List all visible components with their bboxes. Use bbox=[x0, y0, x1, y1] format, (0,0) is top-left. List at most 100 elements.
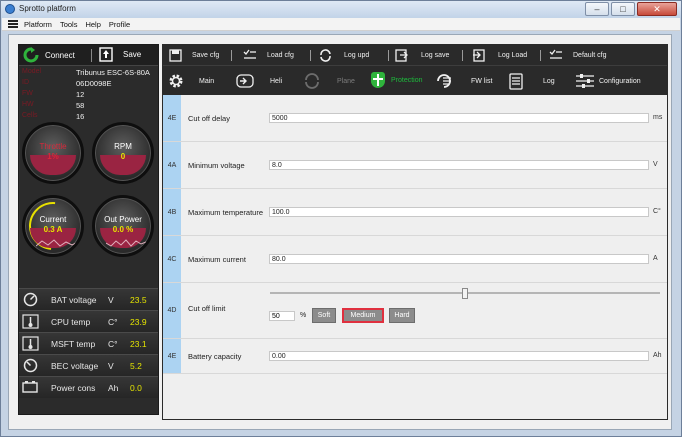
maximum-current-input[interactable] bbox=[269, 254, 649, 264]
telemetry-panel: Connect Save Model Tribunus ESC-6S-80A I… bbox=[18, 44, 159, 415]
heli-icon bbox=[236, 74, 254, 88]
param-cut-off-limit: 4D Cut off limit % Soft Medium Hard bbox=[163, 283, 667, 339]
tab-label: Log bbox=[543, 77, 555, 85]
tab-label: Main bbox=[199, 77, 215, 85]
info-value: 12 bbox=[76, 90, 85, 99]
main-content: Connect Save Model Tribunus ESC-6S-80A I… bbox=[8, 34, 672, 430]
tab-plane[interactable]: Plane bbox=[303, 72, 355, 90]
param-name: Maximum current bbox=[188, 255, 246, 264]
tab-fw-list[interactable]: FW list bbox=[435, 72, 492, 90]
param-unit: C° bbox=[653, 208, 661, 215]
info-value: 06D0098E bbox=[76, 79, 112, 88]
esc-info: Model Tribunus ESC-6S-80A ID 06D0098E FW… bbox=[19, 67, 158, 121]
log-load-button[interactable]: Log Load bbox=[472, 49, 527, 62]
rpm-gauge: RPM 0 bbox=[92, 122, 154, 184]
cut-off-limit-slider[interactable] bbox=[270, 288, 660, 299]
param-code: 4B bbox=[163, 189, 181, 235]
minimize-button[interactable]: – bbox=[585, 2, 609, 16]
file-toolbar: Save cfg Load cfg Log upd Log save Log L… bbox=[163, 45, 667, 65]
shield-icon bbox=[371, 72, 385, 88]
info-label: ID bbox=[22, 79, 29, 86]
tab-heli[interactable]: Heli bbox=[235, 72, 282, 90]
log-icon bbox=[509, 73, 523, 90]
close-button[interactable]: ✕ bbox=[637, 2, 677, 16]
gauge-waveform bbox=[36, 239, 76, 247]
hamburger-menu-icon[interactable] bbox=[8, 20, 18, 28]
cut-off-delay-input[interactable] bbox=[269, 113, 649, 123]
mode-soft-button[interactable]: Soft bbox=[312, 308, 336, 323]
gauge-waveform bbox=[106, 239, 146, 247]
toolbar-label: Save cfg bbox=[192, 52, 220, 59]
param-minimum-voltage: 4A Minimum voltage V bbox=[163, 142, 667, 189]
save-cfg-button[interactable]: Save cfg bbox=[169, 49, 219, 62]
menu-help[interactable]: Help bbox=[85, 20, 100, 29]
param-name: Minimum voltage bbox=[188, 161, 245, 170]
toolbar-label: Log save bbox=[421, 52, 450, 59]
load-cfg-button[interactable]: Load cfg bbox=[243, 49, 294, 62]
measure-unit: C° bbox=[108, 339, 118, 349]
measure-row: CPU temp C° 23.9 bbox=[19, 310, 158, 332]
param-unit: A bbox=[653, 255, 658, 262]
divider bbox=[388, 50, 389, 61]
battery-icon bbox=[22, 381, 38, 393]
toolbar-label: Load cfg bbox=[267, 52, 294, 59]
measure-value: 23.5 bbox=[130, 295, 147, 305]
info-value: 16 bbox=[76, 112, 85, 121]
param-code: 4D bbox=[163, 283, 181, 338]
section-tabs: Main Heli Plane Protection FW list Log C… bbox=[163, 65, 667, 95]
upload-icon bbox=[99, 47, 113, 62]
toolbar-label: Default cfg bbox=[573, 52, 607, 59]
maximum-temperature-input[interactable] bbox=[269, 207, 649, 217]
measure-value: 23.9 bbox=[130, 317, 147, 327]
percent-sign: % bbox=[300, 312, 307, 319]
current-gauge: Current 0.3 A bbox=[22, 195, 84, 257]
title-bar: Sprotto platform – □ ✕ bbox=[1, 1, 681, 18]
slider-thumb[interactable] bbox=[462, 288, 468, 299]
log-load-icon bbox=[473, 49, 485, 62]
default-cfg-button[interactable]: Default cfg bbox=[549, 49, 606, 62]
param-code: 4C bbox=[163, 236, 181, 282]
log-save-button[interactable]: Log save bbox=[395, 49, 449, 62]
gauge-value: 1% bbox=[47, 152, 59, 161]
param-name: Maximum temperature bbox=[188, 208, 264, 217]
measure-row: BEC voltage V 5.2 bbox=[19, 354, 158, 376]
load-cfg-icon bbox=[243, 49, 256, 59]
save-button[interactable]: Save bbox=[99, 47, 141, 62]
tab-protection[interactable]: Protection bbox=[371, 72, 423, 88]
save-label: Save bbox=[123, 50, 142, 59]
divider bbox=[540, 50, 541, 61]
gauge-name: Current bbox=[39, 215, 67, 224]
param-maximum-temperature: 4B Maximum temperature C° bbox=[163, 189, 667, 236]
maximize-button[interactable]: □ bbox=[611, 2, 635, 16]
measure-unit: C° bbox=[108, 317, 118, 327]
log-upd-button[interactable]: Log upd bbox=[319, 49, 369, 62]
toolbar-label: Log Load bbox=[498, 52, 528, 59]
window-controls: – □ ✕ bbox=[585, 2, 677, 16]
param-cut-off-delay: 4E Cut off delay ms bbox=[163, 95, 667, 142]
measure-name: BEC voltage bbox=[51, 361, 99, 371]
divider bbox=[310, 50, 311, 61]
menu-platform[interactable]: Platform bbox=[24, 20, 52, 29]
toolbar-label: Log upd bbox=[344, 52, 370, 59]
tab-log[interactable]: Log bbox=[509, 72, 555, 90]
measure-value: 0.0 bbox=[130, 383, 142, 393]
param-unit: Ah bbox=[653, 352, 662, 359]
window-title: Sprotto platform bbox=[19, 4, 76, 13]
tab-main[interactable]: Main bbox=[167, 72, 214, 90]
connect-button[interactable]: Connect bbox=[23, 47, 75, 63]
config-panel: Save cfg Load cfg Log upd Log save Log L… bbox=[162, 44, 668, 420]
param-code: 4A bbox=[163, 142, 181, 188]
mode-medium-button[interactable]: Medium bbox=[342, 308, 384, 323]
minimum-voltage-input[interactable] bbox=[269, 160, 649, 170]
gauge-name: Out Power bbox=[104, 215, 142, 224]
menu-tools[interactable]: Tools bbox=[60, 20, 78, 29]
plane-icon bbox=[305, 73, 319, 89]
cut-off-limit-percent-input[interactable] bbox=[269, 311, 295, 321]
battery-capacity-input[interactable] bbox=[269, 351, 649, 361]
mode-hard-button[interactable]: Hard bbox=[389, 308, 415, 323]
log-save-icon bbox=[395, 49, 408, 62]
throttle-gauge: Throttle 1% bbox=[22, 122, 84, 184]
tab-configuration[interactable]: Configuration bbox=[575, 72, 641, 90]
menu-profile[interactable]: Profile bbox=[109, 20, 130, 29]
thermometer-icon bbox=[22, 314, 39, 329]
